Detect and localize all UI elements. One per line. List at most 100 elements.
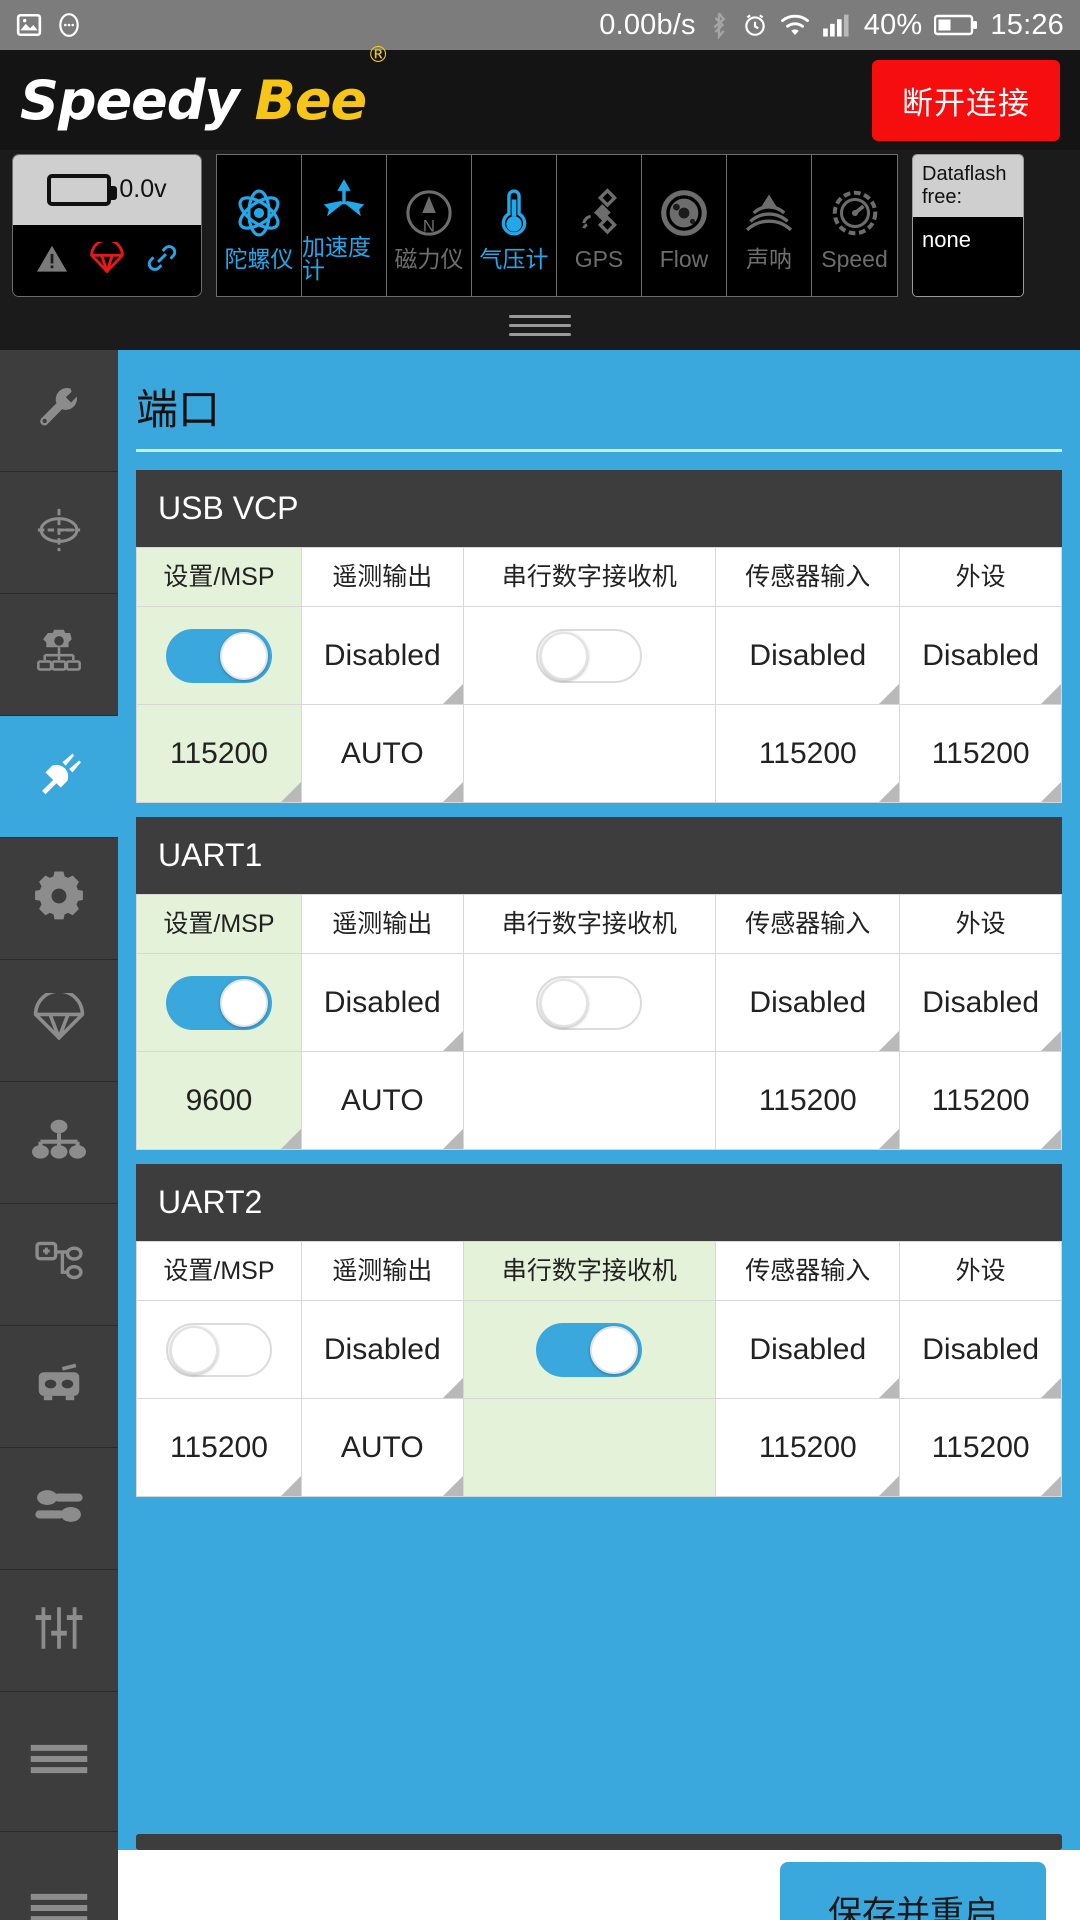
transmitter-icon: [32, 1360, 86, 1413]
cell-serialrx-toggle[interactable]: [462, 1300, 717, 1399]
sidebar-item-mixer[interactable]: [0, 1082, 118, 1204]
cell-serialrx-toggle[interactable]: [462, 953, 717, 1052]
sensor-tile-sonar[interactable]: 声呐: [727, 154, 812, 296]
cell-peripheral-baud[interactable]: 115200: [899, 1398, 1062, 1497]
table-value-row: Disabled Disabled Disabled: [136, 953, 1062, 1052]
cell-msp-baud[interactable]: 115200: [136, 704, 302, 803]
cell-sensor-baud[interactable]: 115200: [715, 704, 901, 803]
table-header-row: 设置/MSP 遥测输出 串行数字接收机 传感器输入 外设: [136, 894, 1062, 954]
cell-msp-baud[interactable]: 9600: [136, 1051, 302, 1150]
battery-voltage-row: 0.0v: [13, 154, 201, 225]
sidebar-item-ports[interactable]: [0, 716, 118, 838]
cell-sensor-baud[interactable]: 115200: [715, 1051, 901, 1150]
hamburger-icon: [29, 1741, 89, 1782]
cell-peripheral-baud[interactable]: 115200: [899, 704, 1062, 803]
cell-msp-toggle[interactable]: [136, 1300, 302, 1399]
sidebar-item-settings[interactable]: [0, 838, 118, 960]
table-header-row: 设置/MSP 遥测输出 串行数字接收机 传感器输入 外设: [136, 547, 1062, 607]
cell-serialrx-baud: [462, 704, 717, 803]
cell-telemetry-baud[interactable]: AUTO: [300, 704, 464, 803]
cell-telemetry-value[interactable]: Disabled: [300, 953, 464, 1052]
cell-peripheral-value[interactable]: Disabled: [899, 1300, 1062, 1399]
sidebar-item-pid-tuning[interactable]: [0, 1570, 118, 1692]
cell-peripheral-baud[interactable]: 115200: [899, 1051, 1062, 1150]
column-header-serial-rx: 串行数字接收机: [462, 894, 717, 954]
sidebar-item-calibration[interactable]: [0, 472, 118, 594]
msp-toggle-switch[interactable]: [165, 975, 272, 1030]
cell-peripheral-value[interactable]: Disabled: [899, 953, 1062, 1052]
ports-scroll-area[interactable]: USB VCP 设置/MSP 遥测输出 串行数字接收机 传感器输入 外设 Dis…: [118, 470, 1080, 1830]
sensor-label: 加速度计: [302, 234, 371, 283]
table-value-row: Disabled Disabled Disabled: [136, 606, 1062, 705]
serialrx-toggle-switch[interactable]: [536, 1322, 643, 1377]
column-header-msp: 设置/MSP: [136, 547, 302, 607]
save-and-reboot-button[interactable]: 保存并重启: [780, 1861, 1046, 1920]
cell-msp-toggle[interactable]: [136, 953, 302, 1052]
cell-sensor-value[interactable]: Disabled: [715, 606, 901, 705]
port-card-uart1: UART1 设置/MSP 遥测输出 串行数字接收机 传感器输入 外设 Disab…: [136, 817, 1062, 1150]
sensor-tile-speed[interactable]: Speed: [812, 154, 897, 296]
msp-toggle-switch[interactable]: [165, 1322, 272, 1377]
cell-serialrx-toggle[interactable]: [462, 606, 717, 705]
cell-telemetry-baud[interactable]: AUTO: [300, 1051, 464, 1150]
cell-sensor-value[interactable]: Disabled: [715, 1300, 901, 1399]
plug-icon: [32, 747, 86, 806]
app-header: Speedy Bee ® 断开连接: [0, 43, 1080, 150]
toggle-knob: [540, 978, 589, 1027]
sidebar-item-modes[interactable]: [0, 1204, 118, 1326]
port-table: 设置/MSP 遥测输出 串行数字接收机 传感器输入 外设 Disabled Di…: [136, 894, 1062, 1150]
horizontal-scrollbar[interactable]: [136, 1834, 1062, 1850]
sidebar-item-servos[interactable]: [0, 1448, 118, 1570]
crosshair-icon: [33, 504, 85, 561]
sensor-label: 气压计: [479, 245, 549, 272]
serialrx-toggle-switch[interactable]: [536, 628, 643, 683]
disconnect-button[interactable]: 断开连接: [872, 59, 1060, 141]
dataflash-value: none: [913, 216, 1023, 296]
cell-telemetry-value[interactable]: Disabled: [300, 606, 464, 705]
cell-peripheral-value[interactable]: Disabled: [899, 606, 1062, 705]
cell-sensor-value[interactable]: Disabled: [715, 953, 901, 1052]
table-baud-row: 115200 AUTO 115200 115200: [136, 704, 1062, 803]
column-header-msp: 设置/MSP: [136, 1241, 302, 1301]
network-speed: 0.00b/s: [599, 8, 696, 41]
drag-handle-icon[interactable]: [509, 309, 571, 342]
sensor-tile-barometer[interactable]: 气压计: [472, 154, 557, 296]
sensor-label: 磁力仪: [394, 245, 464, 272]
table-baud-row: 9600 AUTO 115200 115200: [136, 1051, 1062, 1150]
sensor-label: 陀螺仪: [224, 245, 294, 272]
panel-drag-handle-row[interactable]: [0, 300, 1080, 350]
column-header-telemetry: 遥测输出: [300, 1241, 464, 1301]
column-header-peripherals: 外设: [899, 894, 1062, 954]
optical-flow-icon: [657, 180, 711, 246]
column-header-sensor-input: 传感器输入: [715, 894, 901, 954]
cell-msp-toggle[interactable]: [136, 606, 302, 705]
battery-icon: [934, 13, 978, 37]
sidebar-item-failsafe[interactable]: [0, 960, 118, 1082]
hamburger-icon[interactable]: [29, 1890, 89, 1920]
table-value-row: Disabled Disabled Disabled: [136, 1300, 1062, 1399]
column-header-msp: 设置/MSP: [136, 894, 302, 954]
sensor-tile-flow[interactable]: Flow: [642, 154, 727, 296]
sensor-tile-magnetometer[interactable]: N 磁力仪: [387, 154, 472, 296]
sidebar-item-configuration[interactable]: [0, 594, 118, 716]
hierarchy-icon: [32, 1116, 86, 1169]
footer-bar: 保存并重启 Mo2s.com: [0, 1850, 1080, 1920]
sidebar-item-setup[interactable]: [0, 350, 118, 472]
cell-sensor-baud[interactable]: 115200: [715, 1398, 901, 1497]
dataflash-label: Dataflash free:: [913, 154, 1023, 217]
cell-telemetry-baud[interactable]: AUTO: [300, 1398, 464, 1497]
msp-toggle-switch[interactable]: [165, 628, 272, 683]
sensor-tile-accelerometer[interactable]: 加速度计: [302, 154, 387, 296]
battery-status-box: 0.0v: [12, 153, 202, 297]
cell-telemetry-value[interactable]: Disabled: [300, 1300, 464, 1399]
footer-menu-slot[interactable]: [0, 1850, 118, 1920]
sidebar-item-menu[interactable]: [0, 1692, 118, 1832]
port-card-uart2: UART2 设置/MSP 遥测输出 串行数字接收机 传感器输入 外设 Disab…: [136, 1164, 1062, 1497]
port-name: UART1: [136, 817, 1062, 894]
sensor-tile-gps[interactable]: GPS: [557, 154, 642, 296]
cell-msp-baud[interactable]: 115200: [136, 1398, 302, 1497]
sidebar-item-receiver[interactable]: [0, 1326, 118, 1448]
logo-text-bee: Bee ®: [255, 43, 389, 132]
sensor-tile-gyro[interactable]: 陀螺仪: [217, 154, 302, 296]
serialrx-toggle-switch[interactable]: [536, 975, 643, 1030]
